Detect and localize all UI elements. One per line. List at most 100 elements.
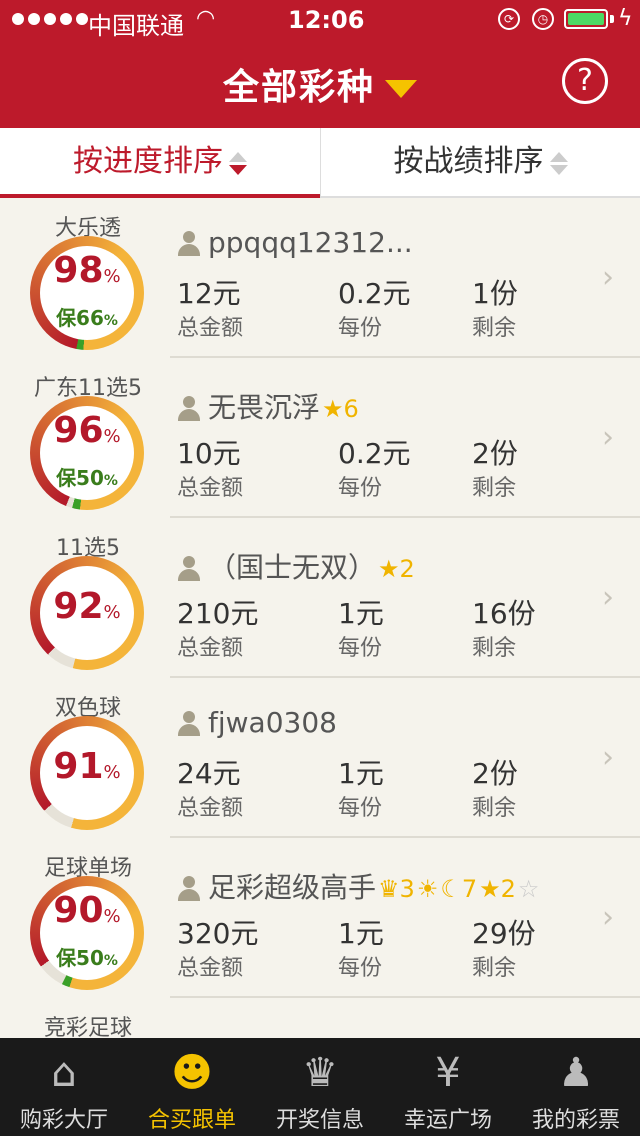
tab-sort-progress[interactable]: 按进度排序	[0, 128, 320, 198]
tab-sort-record[interactable]: 按战绩排序	[320, 128, 640, 198]
lottery-name: 竞彩足球	[43, 1016, 132, 1038]
rank-badge-icon: ♛3	[378, 875, 415, 903]
stat-per: 0.2元	[338, 277, 411, 310]
list-item[interactable]: 广东11选5 96% 保50% 无畏沉浮★6 10元 总金额 0.2元 每份 2份 剩余 ›	[0, 358, 640, 518]
status-time: 12:06	[288, 6, 365, 34]
tabbar-item-moneybag[interactable]: ¥ 幸运广场	[384, 1038, 512, 1136]
caption-left: 剩余	[472, 636, 517, 661]
stat-left: 16份	[472, 597, 536, 630]
initiator-name: 足彩超级高手	[208, 871, 377, 904]
rank-badge-icon: ★2	[378, 555, 415, 583]
status-bar: 中国联通 ◠ 12:06 ⟳ ◷ ϟ	[0, 0, 640, 40]
chevron-right-icon: ›	[602, 740, 614, 775]
progress-ring: 96% 保50%	[30, 396, 144, 510]
guarantee-percent: 保50%	[30, 462, 144, 491]
tabbar-item-house[interactable]: ⌂ 购彩大厅	[0, 1038, 128, 1136]
signal-icon	[12, 13, 88, 25]
guarantee-value: 保50	[56, 946, 104, 970]
caption-total: 总金额	[177, 956, 244, 981]
progress-value: 90	[53, 890, 104, 931]
house-icon: ⌂	[51, 1050, 77, 1096]
stat-total: 10元	[177, 437, 241, 470]
battery-tip	[610, 15, 614, 23]
list-item[interactable]: 11选5 92% （国士无双）★2 210元 总金额 1元 每份 16份 剩余 ›	[0, 518, 640, 678]
list-item[interactable]: 竞彩足球	[0, 998, 640, 1038]
initiator: ppqqq12312...	[176, 226, 413, 259]
list-item[interactable]: 足球单场 90% 保50% 足彩超级高手♛3☀☾7★2☆ 320元 总金额 1元 每份 29份剩…	[0, 838, 640, 998]
stat-per: 1元	[338, 597, 384, 630]
progress-percent: 90%	[30, 890, 144, 931]
caption-per: 每份	[338, 476, 383, 501]
dropdown-caret-icon	[385, 80, 417, 98]
progress-percent: 96%	[30, 410, 144, 451]
stat-total: 24元	[177, 757, 241, 790]
group-buy-list: 大乐透 98% 保66% ppqqq12312... 12元 总金额 0.2元 每份 1份 剩余 ›…	[0, 198, 640, 1038]
progress-ring: 98% 保66%	[30, 236, 144, 350]
chevron-right-icon: ›	[602, 420, 614, 455]
help-button[interactable]: ?	[562, 58, 608, 104]
stat-per: 1元	[338, 757, 384, 790]
percent-sign: %	[103, 473, 118, 489]
guarantee-value: 保50	[56, 466, 104, 490]
charging-icon: ϟ	[618, 6, 633, 31]
initiator-name: 无畏沉浮	[208, 391, 321, 424]
caption-per: 每份	[338, 636, 383, 661]
tabbar-label: 购彩大厅	[19, 1108, 108, 1133]
chevron-right-icon: ›	[602, 900, 614, 935]
wifi-icon: ◠	[196, 6, 216, 31]
person-icon: ♟	[558, 1050, 594, 1096]
percent-sign: %	[103, 602, 121, 623]
progress-ring: 90% 保50%	[30, 876, 144, 990]
stat-per: 1元	[338, 917, 384, 950]
progress-percent: 91%	[30, 746, 144, 787]
tabbar-label: 开奖信息	[275, 1108, 364, 1133]
initiator: fjwa0308	[176, 706, 337, 739]
percent-sign: %	[103, 906, 121, 927]
stat-total: 210元	[177, 597, 259, 630]
progress-ring: 91%	[30, 716, 144, 830]
percent-sign: %	[103, 266, 121, 287]
progress-percent: 92%	[30, 586, 144, 627]
caption-per: 每份	[338, 316, 383, 341]
progress-ring: 92%	[30, 556, 144, 670]
initiator: 无畏沉浮★6	[176, 386, 359, 426]
progress-percent: 98%	[30, 250, 144, 291]
user-icon	[176, 231, 202, 257]
chevron-right-icon: ›	[602, 260, 614, 295]
user-icon	[176, 711, 202, 737]
sort-tabs: 按进度排序 按战绩排序	[0, 128, 640, 198]
caption-left: 剩余	[472, 956, 517, 981]
progress-value: 91	[53, 746, 104, 787]
stat-left: 2份	[472, 757, 518, 790]
battery-icon	[564, 9, 608, 29]
rank-badge-icon: ☆	[517, 875, 540, 903]
list-item[interactable]: 大乐透 98% 保66% ppqqq12312... 12元 总金额 0.2元 每份 1份 剩余 ›	[0, 198, 640, 358]
stat-left: 2份	[472, 437, 518, 470]
moneybag-icon: ¥	[435, 1050, 461, 1096]
progress-value: 96	[53, 410, 104, 451]
tabbar-item-person[interactable]: ♟ 我的彩票	[512, 1038, 640, 1136]
initiator-name: ppqqq12312...	[208, 226, 413, 259]
tabbar-item-group[interactable]: ☻ 合买跟单	[128, 1038, 256, 1136]
rank-badge-icon: ★6	[322, 395, 359, 423]
bottom-tab-bar: ⌂ 购彩大厅 ☻ 合买跟单 ♛ 开奖信息 ¥ 幸运广场 ♟ 我的彩票	[0, 1038, 640, 1136]
page-title: 全部彩种	[222, 67, 375, 108]
percent-sign: %	[103, 762, 121, 783]
initiator-name: （国士无双）	[208, 551, 377, 584]
tab-label: 按战绩排序	[393, 144, 544, 179]
initiator: （国士无双）★2	[176, 546, 415, 586]
caption-per: 每份	[338, 796, 383, 821]
tabbar-item-trophy[interactable]: ♛ 开奖信息	[256, 1038, 384, 1136]
alarm-icon: ◷	[532, 8, 554, 30]
user-icon	[176, 876, 202, 902]
trophy-icon: ♛	[302, 1050, 338, 1096]
percent-sign: %	[103, 953, 118, 969]
caption-left: 剩余	[472, 316, 517, 341]
lottery-filter-dropdown[interactable]: 全部彩种	[0, 58, 640, 110]
tab-label: 按进度排序	[73, 144, 223, 179]
stat-per: 0.2元	[338, 437, 411, 470]
guarantee-value: 保66	[56, 306, 104, 330]
stat-left: 1份	[472, 277, 518, 310]
list-item[interactable]: 双色球 91% fjwa0308 24元 总金额 1元 每份 2份 剩余 ›	[0, 678, 640, 838]
user-icon	[176, 556, 202, 582]
